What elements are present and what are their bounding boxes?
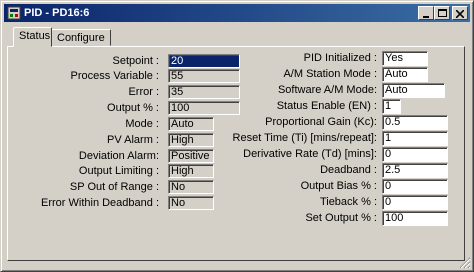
- deadband-label: Deadband :: [320, 164, 377, 176]
- am-station-mode-value: Auto: [382, 67, 428, 82]
- app-icon: [7, 6, 21, 20]
- pid-initialized-label: PID Initialized :: [303, 52, 377, 64]
- output-bias-field[interactable]: 0: [382, 179, 448, 194]
- reset-time-field[interactable]: 1: [382, 131, 448, 146]
- maximize-icon: [437, 9, 447, 17]
- tieback-field[interactable]: 0: [382, 195, 448, 210]
- tab-status[interactable]: Status: [13, 27, 52, 47]
- mode-value: Auto: [168, 117, 214, 131]
- am-station-mode-label: A/M Station Mode :: [283, 68, 377, 80]
- window-title: PID - PD16:6: [24, 7, 90, 19]
- software-am-mode-label: Software A/M Mode:: [277, 84, 377, 96]
- status-enable-label: Status Enable (EN) :: [276, 100, 377, 112]
- deadband-field[interactable]: 2.5: [382, 163, 448, 178]
- set-output-field[interactable]: 100: [382, 211, 448, 226]
- error-within-deadband-value: No: [168, 196, 214, 210]
- derivative-rate-field[interactable]: 0: [382, 147, 448, 162]
- process-variable-label: Process Variable :: [70, 70, 159, 82]
- proportional-gain-label: Proportional Gain (Kc):: [265, 116, 377, 128]
- software-am-mode-field[interactable]: Auto: [382, 83, 445, 98]
- proportional-gain-field[interactable]: 0.5: [382, 115, 448, 130]
- output-limiting-value: High: [168, 164, 214, 178]
- setpoint-label: Setpoint :: [112, 55, 159, 67]
- set-output-label: Set Output % :: [305, 212, 377, 224]
- output-percent-label: Output % :: [107, 102, 159, 114]
- close-icon: [455, 9, 465, 19]
- sp-out-of-range-label: SP Out of Range :: [69, 181, 159, 193]
- pid-initialized-value: Yes: [382, 51, 428, 66]
- minimize-button[interactable]: [418, 6, 434, 20]
- pv-alarm-label: PV Alarm :: [107, 134, 159, 146]
- status-enable-field[interactable]: 1: [382, 99, 401, 114]
- maximize-button[interactable]: [434, 6, 450, 20]
- error-within-deadband-label: Error Within Deadband :: [41, 197, 159, 209]
- error-label: Error :: [128, 86, 159, 98]
- minimize-icon: [423, 16, 429, 18]
- pv-alarm-value: High: [168, 133, 214, 147]
- output-limiting-label: Output Limiting :: [78, 165, 159, 177]
- tab-configure[interactable]: Configure: [51, 29, 111, 46]
- close-button[interactable]: [452, 6, 468, 20]
- deviation-alarm-value: Positive: [168, 149, 214, 163]
- output-bias-label: Output Bias % :: [300, 180, 377, 192]
- error-value: 35: [168, 85, 240, 99]
- derivative-rate-label: Derivative Rate (Td) [mins]:: [243, 148, 377, 160]
- title-bar[interactable]: PID - PD16:6: [4, 4, 470, 22]
- tieback-label: Tieback % :: [319, 196, 377, 208]
- resize-grip-icon[interactable]: [459, 257, 471, 269]
- sp-out-of-range-value: No: [168, 180, 214, 194]
- pid-window: PID - PD16:6 Status Configure Setpoint :…: [0, 0, 474, 272]
- deviation-alarm-label: Deviation Alarm:: [78, 150, 159, 162]
- mode-label: Mode :: [125, 118, 159, 130]
- process-variable-value: 55: [168, 69, 240, 83]
- setpoint-value[interactable]: 20: [168, 54, 240, 68]
- reset-time-label: Reset Time (Ti) [mins/repeat]:: [232, 132, 377, 144]
- output-percent-value: 100: [168, 101, 240, 115]
